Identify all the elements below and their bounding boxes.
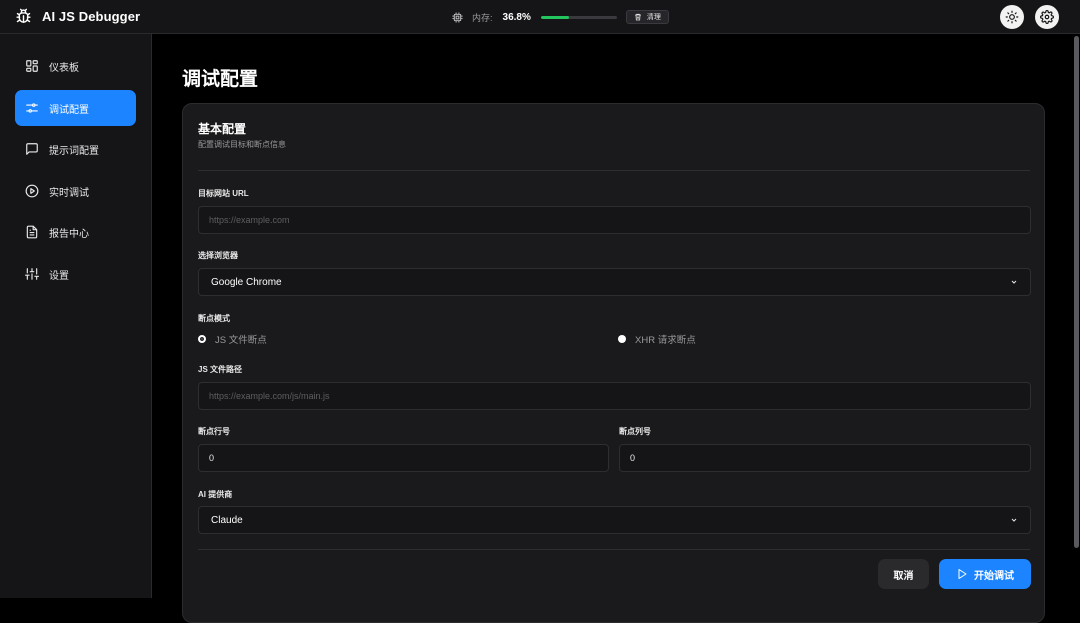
chevron-down-icon [1011, 518, 1017, 522]
cancel-button[interactable]: 取消 [878, 559, 929, 589]
sliders-icon [26, 103, 38, 113]
column-number-label: 断点列号 [619, 427, 651, 436]
sidebar-item-prompt-config[interactable]: 提示词配置 [15, 131, 136, 167]
clear-memory-button[interactable]: 清理 [625, 10, 669, 24]
brand: AI JS Debugger [15, 8, 140, 25]
settings-sliders-icon [25, 268, 39, 280]
start-debug-label: 开始调试 [974, 570, 1014, 582]
memory-indicator: 内存: 36.8% 清理 [452, 9, 669, 25]
sidebar-item-label: 调试配置 [49, 104, 89, 116]
sidebar-item-label: 报告中心 [49, 228, 89, 240]
radio-label: XHR 请求断点 [635, 335, 696, 346]
sidebar-item-label: 提示词配置 [49, 145, 99, 157]
sidebar-item-label: 仪表板 [49, 62, 79, 74]
radio-checked-icon [198, 335, 206, 343]
memory-progress-fill [540, 15, 569, 19]
sun-icon [1005, 10, 1019, 24]
trash-icon [634, 13, 641, 21]
radio-unchecked-icon [618, 335, 626, 343]
browser-select[interactable]: Google Chrome [198, 268, 1031, 296]
divider [198, 170, 1030, 171]
memory-progress-bar [540, 15, 617, 19]
sidebar-item-debug-config[interactable]: 调试配置 [15, 90, 136, 126]
breakpoint-mode-label: 断点模式 [198, 314, 230, 323]
ai-provider-label: AI 提供商 [198, 490, 233, 499]
memory-label: 内存: [472, 12, 493, 23]
basic-config-card: 基本配置 配置调试目标和断点信息 目标网站 URL 选择浏览器 Google C… [182, 103, 1045, 623]
sidebar: 仪表板 调试配置 提示词配置 实时调试 报告中心 设置 [0, 34, 152, 598]
sidebar-item-label: 设置 [49, 270, 69, 282]
chevron-down-icon [1011, 280, 1017, 284]
sidebar-item-label: 实时调试 [49, 187, 89, 199]
cpu-icon [452, 11, 463, 23]
card-title: 基本配置 [198, 122, 247, 136]
ai-provider-select[interactable]: Claude [198, 506, 1031, 534]
url-label: 目标网站 URL [198, 189, 249, 198]
bug-icon [16, 8, 31, 23]
main-content: 调试配置 基本配置 配置调试目标和断点信息 目标网站 URL 选择浏览器 Goo… [152, 34, 1080, 623]
card-subtitle: 配置调试目标和断点信息 [198, 140, 286, 149]
gear-icon [1040, 10, 1054, 24]
memory-value: 36.8% [502, 11, 531, 23]
start-debug-button[interactable]: 开始调试 [939, 559, 1031, 589]
sidebar-item-reports[interactable]: 报告中心 [15, 214, 136, 250]
sidebar-item-settings[interactable]: 设置 [15, 256, 136, 292]
dashboard-icon [26, 60, 38, 72]
page-title: 调试配置 [182, 69, 259, 90]
divider [198, 549, 1030, 550]
file-text-icon [26, 225, 38, 239]
scrollbar[interactable] [1074, 36, 1079, 548]
app-title: AI JS Debugger [42, 9, 141, 24]
sidebar-item-dashboard[interactable]: 仪表板 [15, 48, 136, 84]
line-number-input[interactable] [198, 444, 609, 472]
radio-xhr-breakpoint[interactable]: XHR 请求断点 [618, 332, 696, 346]
theme-toggle-button[interactable] [1000, 5, 1024, 29]
js-path-label: JS 文件路径 [198, 365, 243, 374]
play-circle-icon [25, 184, 39, 198]
sidebar-item-live-debug[interactable]: 实时调试 [15, 173, 136, 209]
message-icon [26, 143, 38, 155]
url-input[interactable] [198, 206, 1031, 234]
clear-memory-label: 清理 [646, 14, 661, 21]
column-number-input[interactable] [619, 444, 1031, 472]
browser-label: 选择浏览器 [198, 251, 238, 260]
browser-select-value: Google Chrome [211, 276, 282, 288]
settings-button[interactable] [1035, 5, 1059, 29]
top-bar: AI JS Debugger 内存: 36.8% 清理 [0, 0, 1080, 34]
radio-js-breakpoint[interactable]: JS 文件断点 [198, 332, 267, 346]
radio-label: JS 文件断点 [215, 335, 267, 346]
line-number-label: 断点行号 [198, 427, 230, 436]
ai-provider-value: Claude [211, 514, 243, 526]
js-path-input[interactable] [198, 382, 1031, 410]
play-icon [958, 569, 967, 579]
